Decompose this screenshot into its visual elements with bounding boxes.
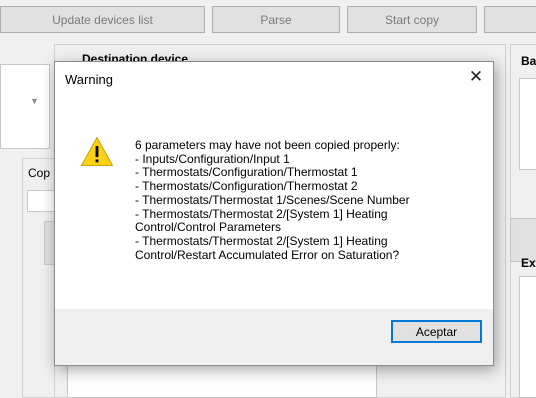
aceptar-button[interactable]: Aceptar: [391, 320, 482, 343]
copy-input[interactable]: [27, 190, 55, 212]
message-line: - Thermostats/Thermostat 2/[System 1] He…: [135, 233, 388, 248]
close-icon[interactable]: ✕: [461, 64, 491, 90]
right-panel-heading-bottom: Ex: [521, 256, 536, 270]
message-line: - Thermostats/Configuration/Thermostat 1: [135, 165, 358, 180]
message-line: - Thermostats/Thermostat 2/[System 1] He…: [135, 206, 388, 221]
warning-dialog: Warning ✕ 6 parameters may have not been…: [54, 61, 494, 366]
chevron-down-icon[interactable]: ▼: [30, 96, 39, 106]
update-devices-button[interactable]: Update devices list: [0, 6, 205, 33]
right-bottom-box[interactable]: [519, 276, 536, 398]
start-copy-button[interactable]: Start copy: [347, 6, 477, 33]
dialog-title: Warning: [65, 72, 113, 87]
right-top-box[interactable]: [519, 78, 536, 170]
parse-button[interactable]: Parse: [212, 6, 340, 33]
message-line: - Inputs/Configuration/Input 1: [135, 151, 290, 166]
right-panel-heading: Ba: [521, 54, 536, 68]
destination-list[interactable]: [67, 364, 377, 398]
warning-icon: [81, 137, 113, 166]
message-line: - Thermostats/Thermostat 1/Scenes/Scene …: [135, 192, 410, 207]
dialog-message: 6 parameters may have not been copied pr…: [135, 138, 485, 262]
source-device-combo[interactable]: [0, 64, 50, 149]
dialog-footer: Aceptar: [55, 309, 493, 365]
toolbar-extra-button[interactable]: [484, 6, 536, 33]
message-line: 6 parameters may have not been copied pr…: [135, 138, 400, 152]
message-line: Control/Restart Accumulated Error on Sat…: [135, 247, 400, 262]
message-line: Control/Control Parameters: [135, 220, 282, 235]
message-line: - Thermostats/Configuration/Thermostat 2: [135, 179, 358, 194]
copy-panel-label: Cop: [28, 166, 51, 180]
